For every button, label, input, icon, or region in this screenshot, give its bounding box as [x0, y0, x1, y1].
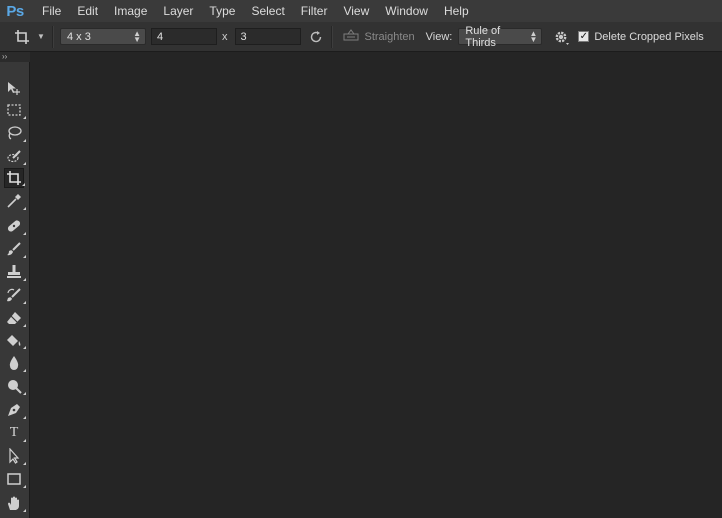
straighten-button[interactable]: Straighten: [365, 31, 415, 43]
hand-icon: [6, 495, 22, 511]
lasso-icon: [6, 125, 22, 141]
menu-layer[interactable]: Layer: [155, 0, 201, 22]
submenu-triangle-icon: [23, 139, 26, 142]
photoshop-logo: Ps: [6, 2, 24, 20]
view-select-value: Rule of Thirds: [465, 24, 501, 49]
submenu-triangle-icon: [23, 232, 26, 235]
menu-select[interactable]: Select: [243, 0, 292, 22]
menu-edit[interactable]: Edit: [69, 0, 106, 22]
view-overlay-select[interactable]: Rule of Thirds ▲ ▼: [458, 25, 543, 49]
quick-selection-tool[interactable]: [4, 146, 26, 166]
chevron-down-icon: ▼: [37, 32, 45, 41]
rectangle-icon: [6, 471, 22, 487]
gear-icon[interactable]: [552, 28, 570, 46]
tools-panel: T: [0, 62, 30, 518]
history-brush-tool[interactable]: [4, 285, 26, 305]
arrow-cursor-icon: [6, 448, 22, 464]
hand-tool[interactable]: [4, 493, 26, 513]
lasso-tool[interactable]: [4, 123, 26, 143]
view-label: View:: [425, 30, 453, 43]
submenu-triangle-icon: [23, 392, 26, 395]
submenu-triangle-icon: [22, 183, 25, 186]
updown-arrows-icon: ▲ ▼: [529, 28, 538, 44]
menu-image[interactable]: Image: [106, 0, 155, 22]
submenu-triangle-icon: [23, 346, 26, 349]
menu-window[interactable]: Window: [377, 0, 436, 22]
submenu-triangle-icon: [23, 462, 26, 465]
eraser-tool[interactable]: [4, 308, 26, 328]
eyedropper-tool[interactable]: [4, 191, 26, 211]
submenu-triangle-icon: [23, 162, 26, 165]
pen-tool[interactable]: [4, 400, 26, 420]
clone-stamp-tool[interactable]: [4, 262, 26, 282]
move-icon: [6, 80, 22, 96]
updown-arrows-icon: ▲ ▼: [133, 28, 141, 44]
swap-rotate-icon[interactable]: [309, 30, 323, 44]
path-selection-tool[interactable]: [4, 446, 26, 466]
menu-items: File Edit Image Layer Type Select Filter…: [34, 0, 477, 22]
paint-bucket-tool[interactable]: [4, 330, 26, 350]
separator: [330, 25, 333, 48]
menu-bar: Ps File Edit Image Layer Type Select Fil…: [0, 0, 722, 22]
submenu-triangle-icon: [23, 255, 26, 258]
menu-type[interactable]: Type: [201, 0, 243, 22]
healing-brush-tool[interactable]: [4, 216, 26, 236]
submenu-triangle-icon: [23, 301, 26, 304]
delete-cropped-label: Delete Cropped Pixels: [594, 30, 704, 43]
bandage-icon: [6, 218, 22, 234]
blur-tool[interactable]: [4, 353, 26, 373]
crop-icon: [14, 29, 30, 45]
marquee-tool[interactable]: [4, 100, 26, 120]
separator: [52, 25, 54, 48]
tool-preset-picker[interactable]: ▼: [0, 22, 52, 52]
move-tool[interactable]: [4, 78, 24, 98]
stamp-icon: [6, 264, 22, 280]
height-input[interactable]: 3: [234, 28, 301, 45]
submenu-triangle-icon: [23, 416, 26, 419]
type-tool[interactable]: T: [4, 423, 26, 443]
pen-icon: [6, 402, 22, 418]
ratio-select[interactable]: 4 x 3 ▲ ▼: [60, 28, 146, 45]
rectangle-tool[interactable]: [4, 469, 26, 489]
straighten-level-icon[interactable]: [343, 29, 359, 44]
eyedropper-icon: [6, 193, 22, 209]
ratio-select-value: 4 x 3: [67, 30, 91, 43]
history-brush-icon: [6, 287, 22, 303]
submenu-triangle-icon: [23, 278, 26, 281]
times-symbol: x: [222, 30, 228, 43]
quick-selection-icon: [6, 148, 22, 164]
dodge-icon: [6, 378, 22, 394]
submenu-triangle-icon: [23, 369, 26, 372]
type-icon: T: [9, 425, 19, 440]
submenu-triangle-icon: [23, 207, 26, 210]
options-bar: ▼ 4 x 3 ▲ ▼ 4 x 3 Straighten View: Rule o…: [0, 22, 722, 52]
submenu-triangle-icon: [23, 509, 26, 512]
submenu-triangle-icon: [23, 116, 26, 119]
brush-tool[interactable]: [4, 239, 26, 259]
delete-cropped-checkbox[interactable]: ✓: [578, 30, 590, 42]
eraser-icon: [6, 310, 22, 326]
menu-filter[interactable]: Filter: [293, 0, 336, 22]
submenu-triangle-icon: [23, 485, 26, 488]
checkmark-icon: ✓: [579, 30, 589, 42]
crop-tool[interactable]: [4, 168, 25, 188]
width-input[interactable]: 4: [151, 28, 217, 45]
brush-icon: [6, 241, 22, 257]
menu-help[interactable]: Help: [436, 0, 477, 22]
menu-file[interactable]: File: [34, 0, 69, 22]
tools-panel-collapse-button[interactable]: ››: [0, 52, 30, 62]
submenu-triangle-icon: [23, 324, 26, 327]
dodge-tool[interactable]: [4, 376, 26, 396]
document-canvas-area[interactable]: [30, 52, 722, 518]
submenu-triangle-icon: [23, 439, 26, 442]
rect-marquee-icon: [6, 102, 22, 118]
crop-icon: [6, 170, 22, 186]
drop-icon: [6, 355, 22, 371]
menu-view[interactable]: View: [335, 0, 377, 22]
paint-bucket-icon: [6, 332, 22, 348]
